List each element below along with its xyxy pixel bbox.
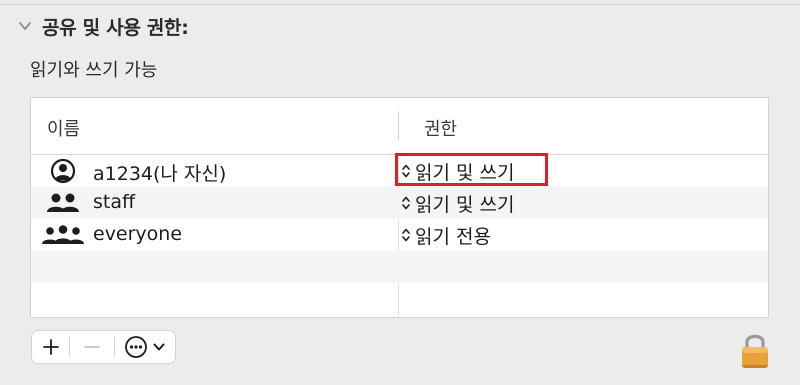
empty-row bbox=[31, 283, 768, 315]
permissions-table: 이름 권한 a1234(나 자신) 읽기 및 쓰기 staff 읽기 및 쓰기 … bbox=[30, 97, 769, 318]
single-user-circle-icon bbox=[50, 158, 76, 184]
minus-icon bbox=[84, 346, 100, 348]
permission-popup[interactable]: 읽기 전용 bbox=[401, 222, 491, 248]
column-header-name[interactable]: 이름 bbox=[47, 115, 80, 141]
window-top-edge bbox=[0, 0, 800, 5]
user-name: everyone bbox=[93, 223, 183, 245]
empty-row bbox=[31, 251, 768, 283]
remove-button[interactable] bbox=[70, 331, 114, 363]
column-divider[interactable] bbox=[398, 111, 399, 141]
table-row[interactable]: everyone 읽기 전용 bbox=[31, 219, 768, 251]
section-title: 공유 및 사용 권한: bbox=[42, 16, 189, 39]
table-toolbar bbox=[31, 330, 176, 364]
permission-value: 읽기 및 쓰기 bbox=[415, 193, 515, 216]
user-name: staff bbox=[93, 191, 136, 213]
add-button[interactable] bbox=[32, 331, 69, 363]
user-name: a1234(나 자신) bbox=[93, 163, 227, 185]
plus-icon bbox=[42, 339, 59, 355]
group-icon bbox=[47, 193, 79, 212]
chevron-down-icon bbox=[153, 343, 165, 351]
disclosure-chevron-icon[interactable] bbox=[18, 19, 32, 33]
up-down-arrows-icon bbox=[402, 164, 410, 178]
table-row[interactable]: a1234(나 자신) 읽기 및 쓰기 bbox=[31, 153, 768, 187]
permission-value: 읽기 및 쓰기 bbox=[415, 161, 515, 184]
up-down-arrows-icon bbox=[402, 196, 410, 210]
permission-popup[interactable]: 읽기 및 쓰기 bbox=[401, 158, 514, 184]
permission-value: 읽기 전용 bbox=[415, 225, 491, 248]
sharing-permissions-header[interactable]: 공유 및 사용 권한: bbox=[18, 12, 189, 40]
everyone-icon bbox=[42, 225, 84, 244]
lock-icon[interactable] bbox=[739, 331, 771, 371]
up-down-arrows-icon bbox=[402, 228, 410, 242]
column-header-permission[interactable]: 권한 bbox=[424, 115, 457, 141]
permission-popup[interactable]: 읽기 및 쓰기 bbox=[401, 190, 514, 216]
table-header: 이름 권한 bbox=[31, 98, 768, 155]
table-row[interactable]: staff 읽기 및 쓰기 bbox=[31, 187, 768, 219]
actions-menu-button[interactable] bbox=[115, 331, 175, 363]
access-summary: 읽기와 쓰기 가능 bbox=[30, 60, 158, 81]
ellipsis-circle-icon bbox=[125, 336, 147, 358]
